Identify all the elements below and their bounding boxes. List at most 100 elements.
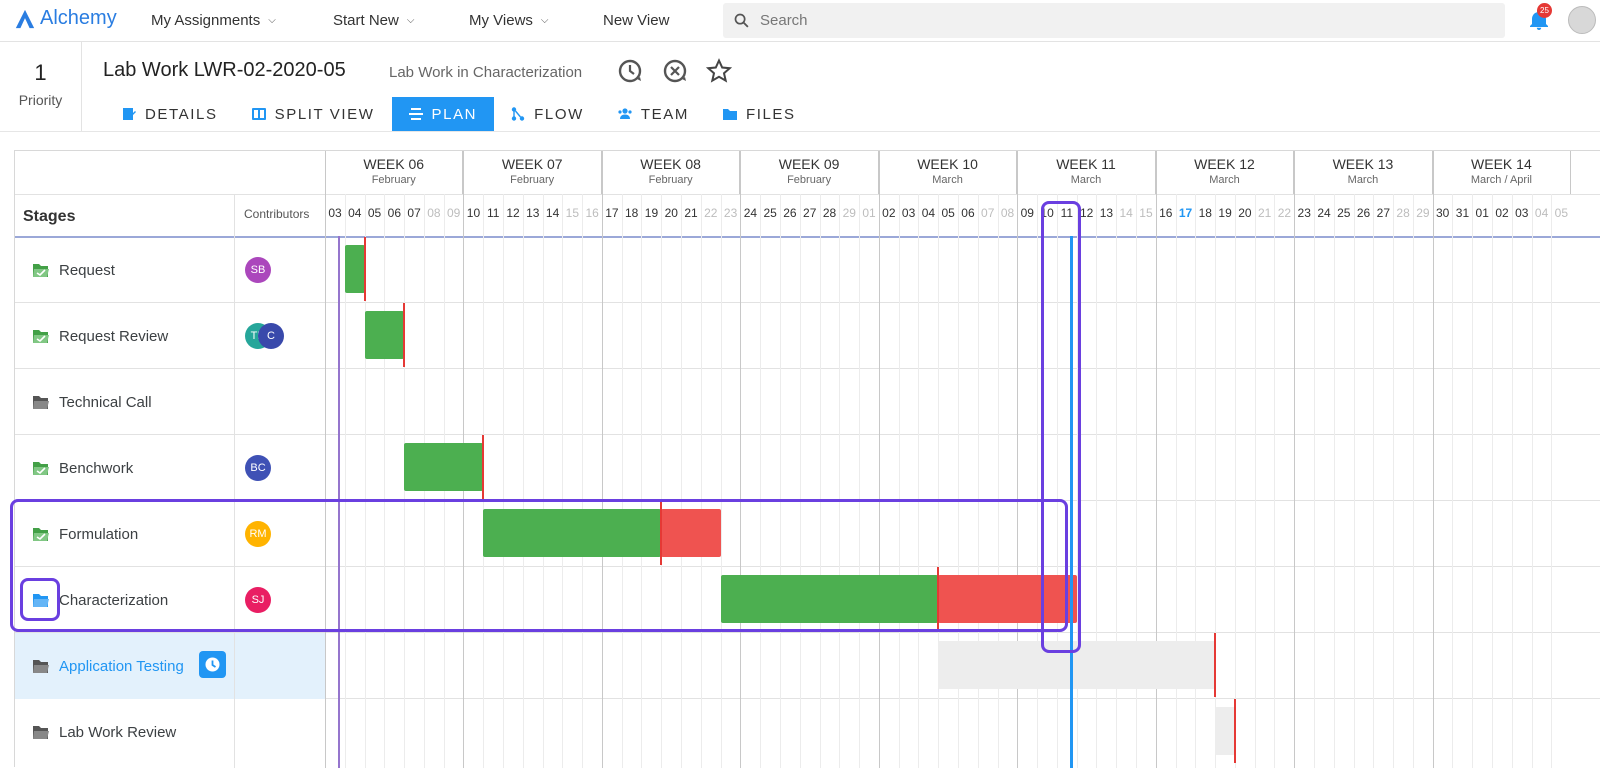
- day-label: 09: [446, 206, 461, 220]
- day-label: 30: [1435, 206, 1450, 220]
- day-label: 22: [1277, 206, 1292, 220]
- tab-details[interactable]: DETAILS: [105, 97, 235, 131]
- contributors-header: Contributors: [244, 207, 310, 221]
- stage-name[interactable]: Benchwork: [59, 460, 133, 477]
- tab-split-view[interactable]: SPLIT VIEW: [235, 97, 392, 131]
- week-label: WEEK 12: [1194, 156, 1255, 172]
- week-month: March: [1347, 174, 1379, 186]
- page-title: Lab Work LWR-02-2020-05: [103, 59, 346, 81]
- nav-my-views[interactable]: My Views ⌵: [469, 12, 549, 29]
- search-input[interactable]: Search: [723, 3, 1505, 38]
- day-gridline: [760, 194, 762, 768]
- day-label: 03: [901, 206, 916, 220]
- day-gridline: [1333, 194, 1335, 768]
- tab-plan[interactable]: PLAN: [391, 97, 495, 131]
- day-label: 29: [1416, 206, 1430, 220]
- day-label: 21: [1257, 206, 1272, 220]
- schedule-clock-button[interactable]: [199, 651, 226, 678]
- stage-row[interactable]: Application Testing: [15, 633, 325, 699]
- contributor-avatar[interactable]: BC: [245, 455, 271, 481]
- day-label: 29: [842, 206, 856, 220]
- stages-header: Stages: [23, 208, 76, 225]
- day-label: 03: [328, 206, 342, 220]
- history-icon[interactable]: [617, 58, 643, 84]
- week-header: WEEK 08 February: [602, 151, 741, 194]
- stage-bar-planned[interactable]: [1215, 707, 1235, 755]
- day-label: 01: [862, 206, 876, 220]
- folder-done-icon: [33, 330, 49, 343]
- day-header-divider: [15, 194, 1600, 195]
- details-icon: [123, 108, 136, 120]
- priority-label: Priority: [18, 92, 63, 108]
- day-gridline: [1551, 194, 1553, 768]
- day-label: 05: [941, 206, 955, 220]
- nav-my-assignments[interactable]: My Assignments ⌵: [151, 12, 276, 29]
- stage-row[interactable]: Request ReviewTDC: [15, 303, 325, 369]
- folder-done-icon: [33, 462, 49, 475]
- tab-team[interactable]: TEAM: [601, 97, 706, 131]
- contributor-avatar[interactable]: C: [258, 323, 284, 349]
- day-label: 20: [664, 206, 678, 220]
- cancel-clock-icon[interactable]: [662, 58, 688, 84]
- day-label: 17: [1178, 206, 1193, 220]
- stage-row[interactable]: Benchwork BC: [15, 435, 325, 501]
- stage-name[interactable]: Application Testing: [59, 658, 184, 675]
- stage-bar-complete[interactable]: [344, 245, 365, 293]
- week-header: WEEK 10 March: [879, 151, 1018, 194]
- search-placeholder: Search: [760, 12, 808, 29]
- nav-new-view[interactable]: New View: [603, 12, 669, 29]
- day-label: 24: [743, 206, 758, 220]
- stage-name[interactable]: Technical Call: [59, 394, 152, 411]
- contributor-avatar[interactable]: SB: [245, 257, 271, 283]
- deadline-marker: [403, 303, 406, 367]
- week-label: WEEK 08: [640, 156, 701, 172]
- day-label: 23: [723, 206, 738, 220]
- day-label: 27: [1376, 206, 1390, 220]
- day-gridline: [522, 194, 524, 768]
- stage-name[interactable]: Request: [59, 262, 115, 279]
- week-gridline: [878, 151, 880, 768]
- user-avatar[interactable]: [1568, 6, 1596, 34]
- stage-bar-complete[interactable]: [404, 443, 484, 491]
- stage-name[interactable]: Lab Work Review: [59, 724, 176, 741]
- day-gridline: [779, 194, 781, 768]
- day-label: 14: [545, 206, 560, 220]
- stage-name[interactable]: Request Review: [59, 328, 168, 345]
- week-gridline: [740, 151, 742, 768]
- clock-icon: [205, 657, 220, 672]
- week-header: WEEK 07 February: [463, 151, 602, 194]
- stage-row[interactable]: Lab Work Review: [15, 699, 325, 765]
- tab-bar: DETAILS SPLIT VIEW PLAN FLOW TEAM FILES: [105, 97, 813, 131]
- week-month: February: [787, 174, 832, 186]
- nav-start-new[interactable]: Start New ⌵: [333, 12, 414, 29]
- star-icon[interactable]: [706, 58, 732, 84]
- day-label: 17: [605, 206, 619, 220]
- day-gridline: [681, 194, 683, 768]
- day-label: 16: [585, 206, 599, 220]
- day-label: 04: [348, 206, 362, 220]
- chevron-down-icon: ⌵: [406, 15, 415, 26]
- day-gridline: [542, 194, 544, 768]
- day-gridline: [1531, 194, 1533, 768]
- header-divider: [0, 131, 1600, 132]
- week-gridline: [601, 151, 603, 768]
- day-gridline: [839, 194, 841, 768]
- stage-row[interactable]: Technical Call: [15, 369, 325, 435]
- day-gridline: [661, 194, 663, 768]
- day-gridline: [1353, 194, 1355, 768]
- day-gridline: [1314, 194, 1315, 768]
- stage-bar-complete[interactable]: [364, 311, 405, 359]
- tab-files[interactable]: FILES: [706, 97, 813, 131]
- week-month: February: [510, 174, 555, 186]
- week-month: February: [371, 174, 416, 186]
- day-label: 08: [427, 206, 441, 220]
- day-gridline: [1412, 194, 1414, 768]
- day-label: 25: [763, 206, 777, 220]
- app-name: Alchemy: [40, 7, 117, 29]
- day-gridline: [1492, 194, 1494, 768]
- tab-flow[interactable]: FLOW: [494, 97, 601, 131]
- week-month: March: [1070, 174, 1102, 186]
- stage-row[interactable]: Request SB: [15, 237, 325, 303]
- deadline-marker: [1214, 633, 1217, 697]
- app-logo[interactable]: Alchemy: [14, 7, 117, 30]
